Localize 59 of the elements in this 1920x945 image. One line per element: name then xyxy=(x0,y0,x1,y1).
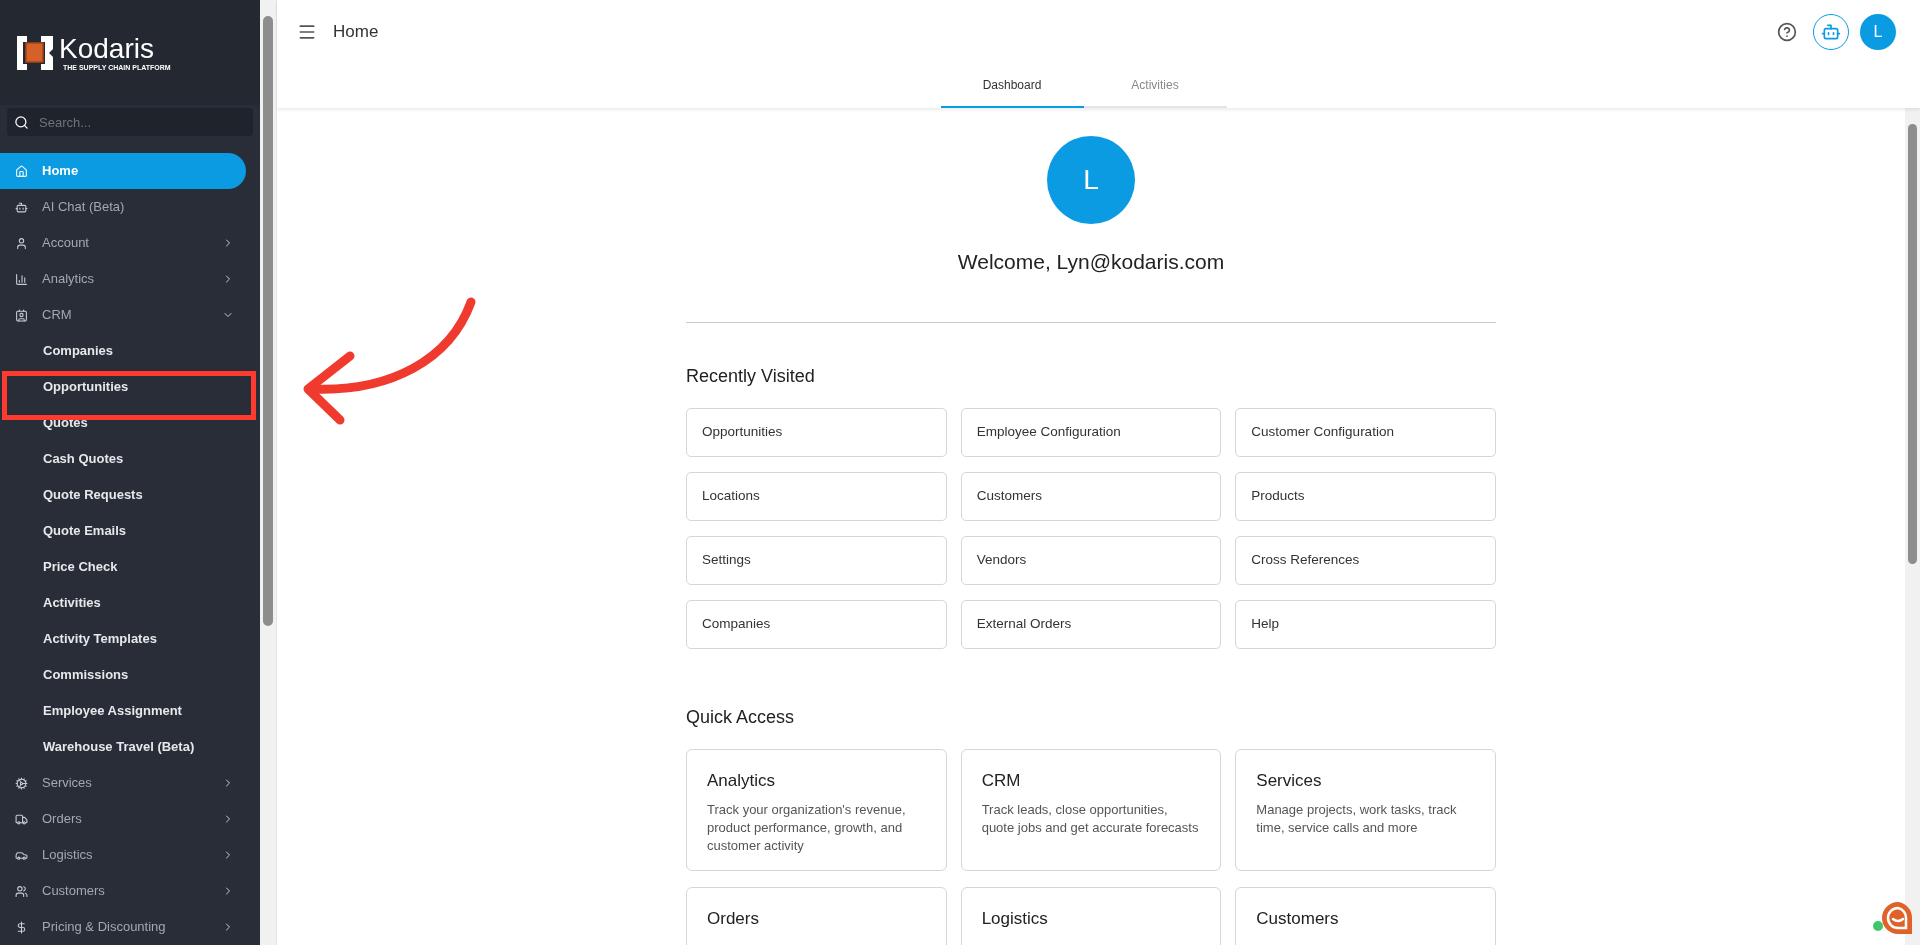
sidebar-subitem[interactable]: Activities xyxy=(0,585,246,621)
contact-card-icon xyxy=(15,308,28,322)
user-icon xyxy=(15,236,28,250)
recent-link[interactable]: Cross References xyxy=(1235,535,1496,585)
home-icon xyxy=(15,164,28,178)
quick-access-card[interactable]: Services Manage projects, work tasks, track time, service calls and more xyxy=(1235,748,1496,871)
logo-name: Kodaris xyxy=(59,33,155,64)
sidebar-item[interactable]: CRM xyxy=(0,297,246,333)
sidebar-item[interactable]: AI Chat (Beta) xyxy=(0,189,246,225)
recent-link[interactable]: Settings xyxy=(686,535,947,585)
quick-access-card[interactable]: Orders xyxy=(686,886,947,945)
recent-link[interactable]: Vendors xyxy=(960,535,1222,585)
section-title: Recently Visited xyxy=(686,364,816,388)
recent-link[interactable]: Companies xyxy=(686,599,947,649)
sidebar-subitem[interactable]: Commissions xyxy=(0,657,246,693)
menu-icon[interactable] xyxy=(297,22,317,42)
quick-access-card[interactable]: Analytics Track your organization's revenue, product performance, growth, and customer activity xyxy=(686,748,947,871)
sidebar-subitem[interactable]: Quote Emails xyxy=(0,513,246,549)
chart-icon xyxy=(15,272,28,286)
sidebar-item[interactable]: Customers xyxy=(0,873,246,909)
sidebar-item[interactable]: Logistics xyxy=(0,837,246,873)
sidebar-item[interactable]: Services xyxy=(0,765,246,801)
sidebar-subitem[interactable]: Cash Quotes xyxy=(0,441,246,477)
recent-link[interactable]: Opportunities xyxy=(686,407,947,457)
sidebar-item[interactable]: Account xyxy=(0,225,246,261)
recent-link[interactable]: External Orders xyxy=(960,599,1222,649)
quick-access-card[interactable]: Logistics xyxy=(960,886,1222,945)
sidebar-item[interactable]: Orders xyxy=(0,801,246,837)
robot-icon xyxy=(1821,22,1841,42)
recent-link[interactable]: Locations xyxy=(686,471,947,521)
welcome-text: Welcome, Lyn@kodaris.com xyxy=(957,249,1225,275)
tab[interactable]: Activities xyxy=(1083,64,1227,108)
robot-icon xyxy=(15,200,28,214)
sidebar-subitem[interactable]: Price Check xyxy=(0,549,246,585)
page-title: Home xyxy=(333,21,379,44)
recent-link[interactable]: Customers xyxy=(960,471,1222,521)
sidebar-subitem[interactable]: Opportunities xyxy=(0,369,246,405)
recent-link[interactable]: Customer Configuration xyxy=(1235,407,1496,457)
people-icon xyxy=(15,884,28,898)
welcome-avatar: L xyxy=(1047,136,1135,224)
sidebar-item[interactable]: Analytics xyxy=(0,261,246,297)
truck-icon xyxy=(15,812,28,826)
sidebar-subitem[interactable]: Warehouse Travel (Beta) xyxy=(0,729,246,765)
quick-access-card[interactable]: Customers xyxy=(1235,886,1496,945)
section-title: Quick Access xyxy=(686,705,796,729)
search-field[interactable]: Search... xyxy=(7,108,253,136)
recent-link[interactable]: Help xyxy=(1235,599,1496,649)
help-icon[interactable] xyxy=(1777,22,1797,42)
sidebar-subitem[interactable]: Quote Requests xyxy=(0,477,246,513)
sidebar-subitem[interactable]: Activity Templates xyxy=(0,621,246,657)
sidebar-subitem[interactable]: Companies xyxy=(0,333,246,369)
recent-link[interactable]: Employee Configuration xyxy=(960,407,1222,457)
quick-access-card[interactable]: CRM Track leads, close opportunities, quote jobs and get accurate forecasts xyxy=(960,748,1222,871)
sidebar-subitem[interactable]: Employee Assignment xyxy=(0,693,246,729)
recent-link[interactable]: Products xyxy=(1235,471,1496,521)
dollar-icon xyxy=(15,920,28,934)
tab[interactable]: Dashboard xyxy=(940,64,1084,108)
sidebar-item[interactable]: Pricing & Discounting xyxy=(0,909,246,945)
search-icon xyxy=(14,115,29,130)
